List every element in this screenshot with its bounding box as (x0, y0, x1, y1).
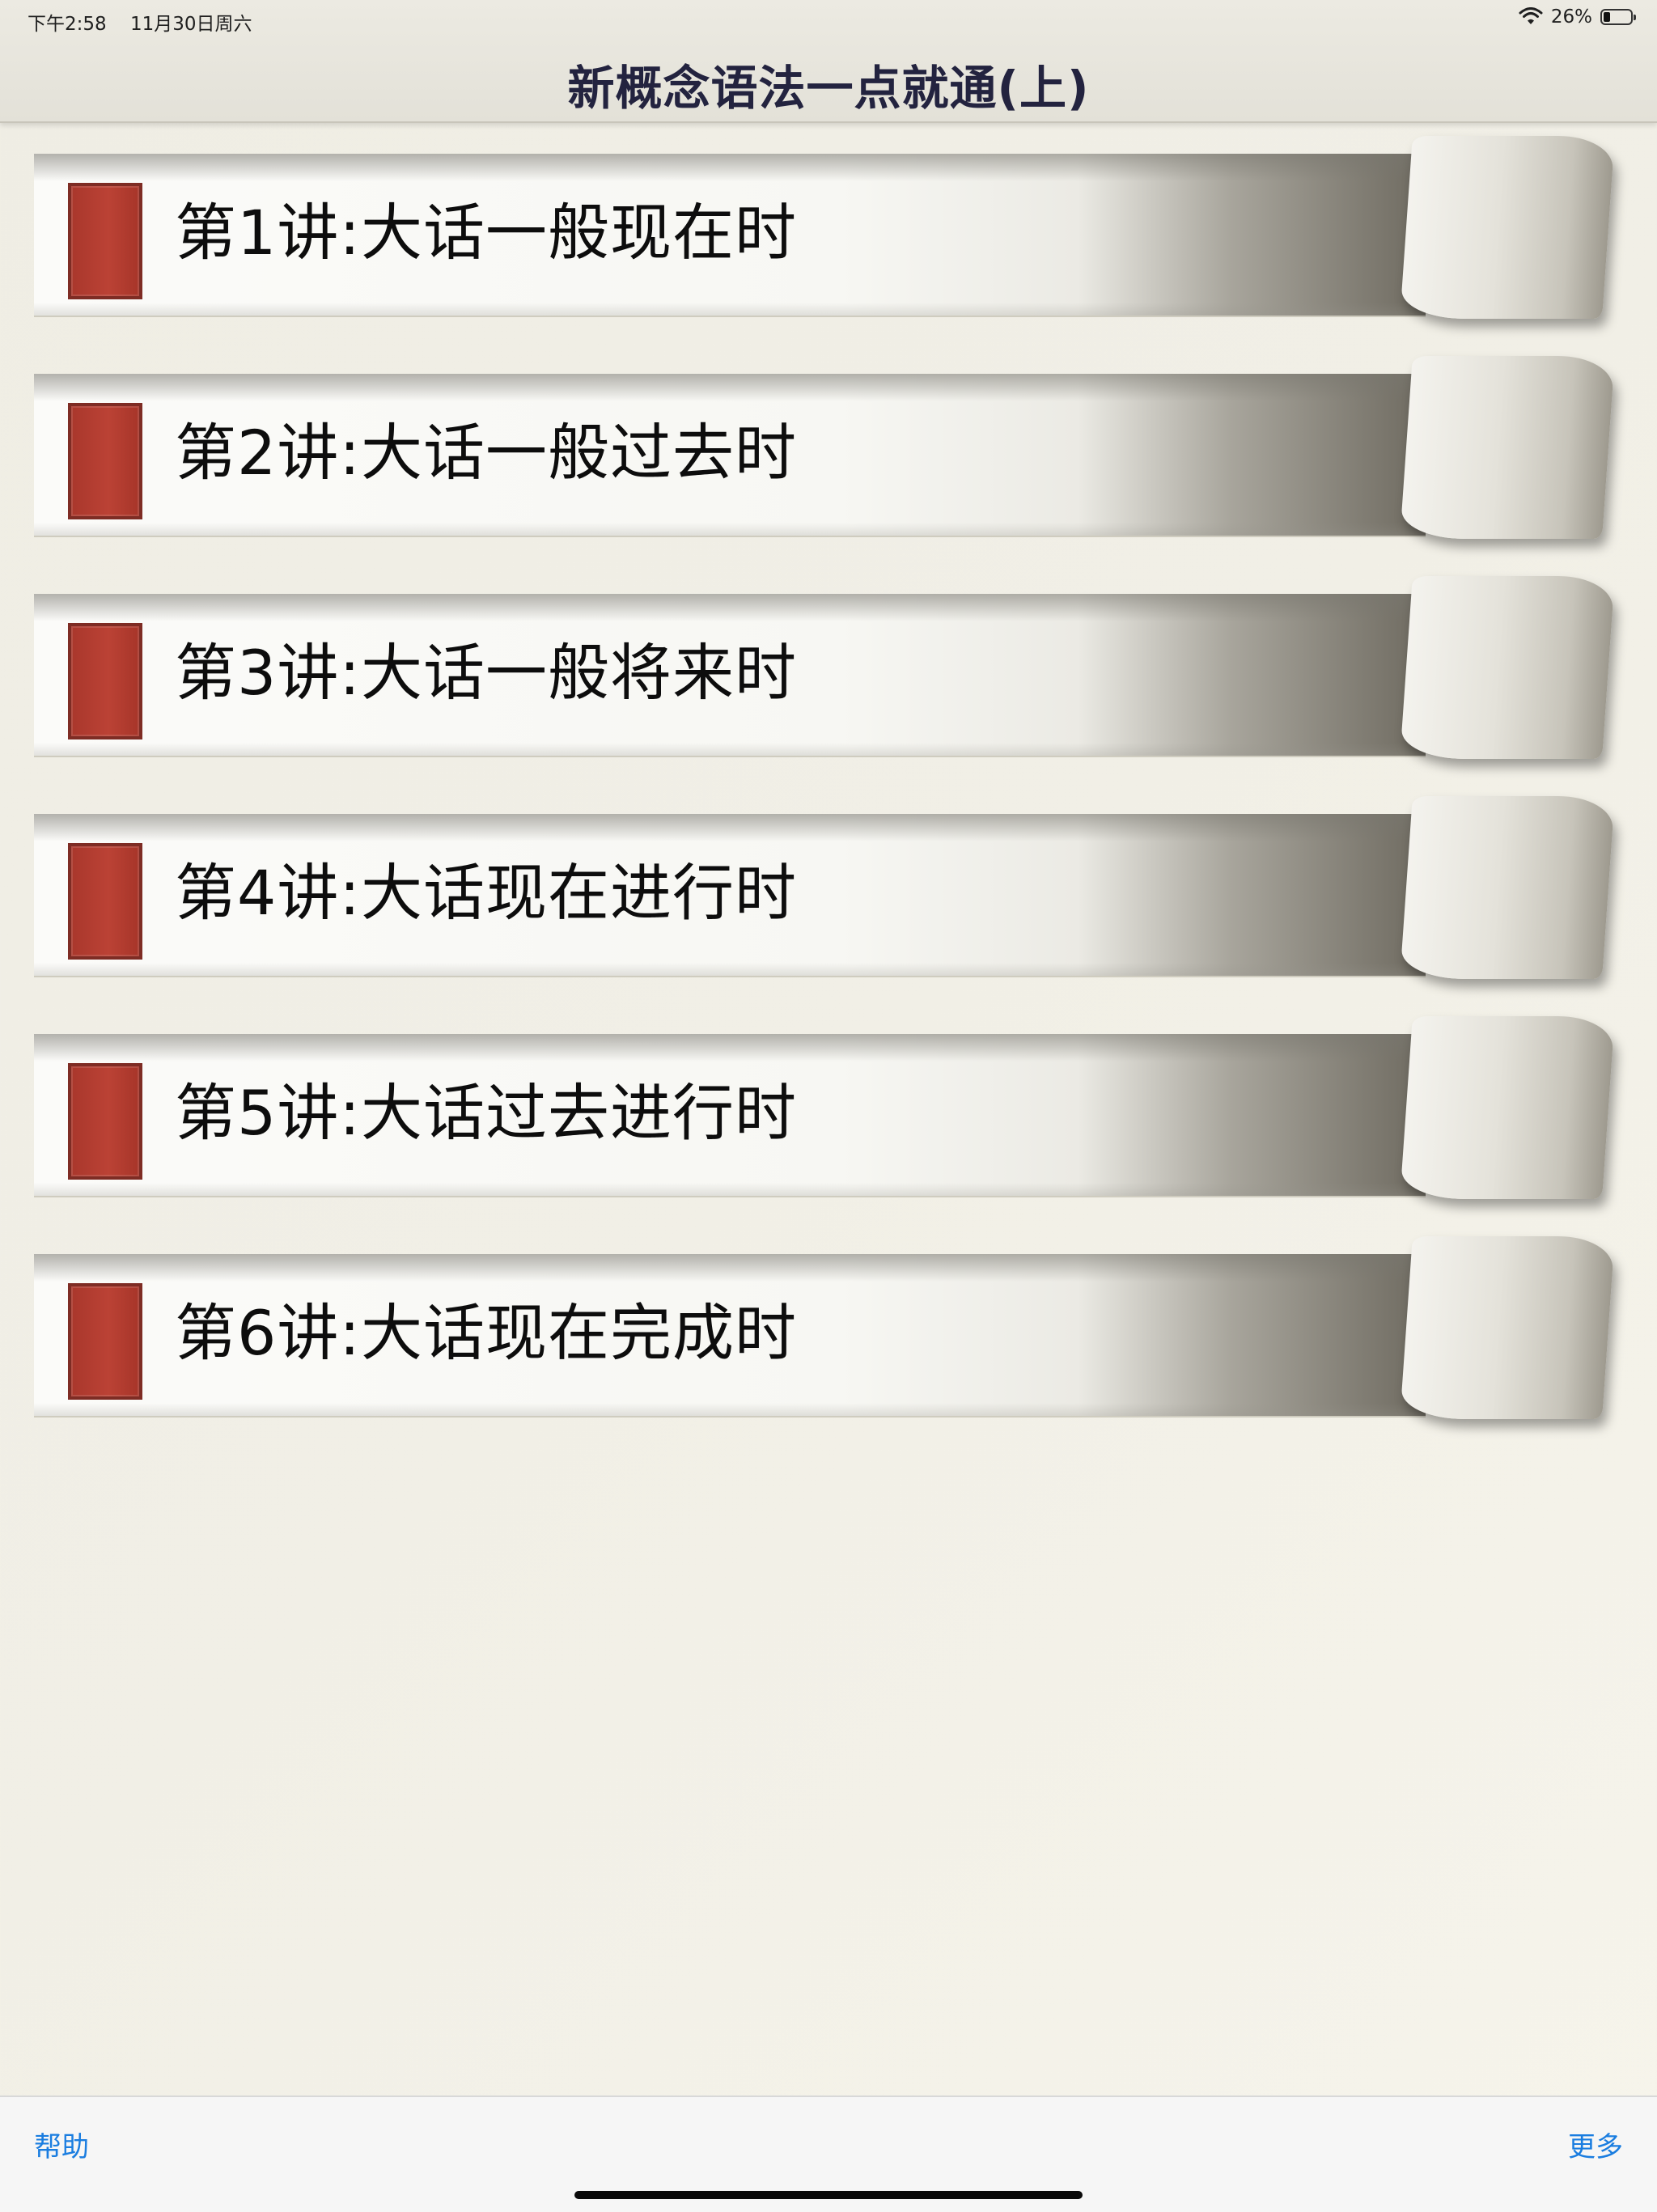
page-curl (1400, 356, 1615, 539)
page-curl (1400, 796, 1615, 979)
status-time: 下午2:58 (28, 14, 107, 35)
bookmark-tab (68, 843, 142, 960)
page-curl (1400, 576, 1615, 759)
lesson-label: 第3讲:大话一般将来时 (175, 637, 797, 709)
battery-icon (1600, 9, 1636, 25)
home-indicator[interactable] (574, 2191, 1083, 2199)
page-curl (1400, 136, 1615, 319)
status-date: 11月30日周六 (129, 14, 252, 35)
wifi-icon (1519, 7, 1543, 24)
lesson-item-4[interactable]: 第4讲:大话现在进行时 (34, 796, 1620, 982)
bookmark-tab (68, 403, 142, 519)
status-left: 下午2:58 11月30日周六 (28, 8, 252, 36)
lesson-item-6[interactable]: 第6讲:大话现在完成时 (34, 1236, 1620, 1422)
lesson-label: 第5讲:大话过去进行时 (175, 1077, 797, 1149)
lesson-label: 第2讲:大话一般过去时 (175, 417, 797, 489)
lesson-label: 第6讲:大话现在完成时 (175, 1297, 797, 1369)
lesson-label: 第4讲:大话现在进行时 (175, 857, 797, 929)
bookmark-tab (68, 623, 142, 739)
status-bar: 下午2:58 11月30日周六 26% (0, 0, 1657, 37)
lesson-item-5[interactable]: 第5讲:大话过去进行时 (34, 1016, 1620, 1202)
lesson-label: 第1讲:大话一般现在时 (175, 197, 797, 269)
page-title: 新概念语法一点就通(上) (567, 61, 1090, 116)
battery-level-fill (1604, 12, 1610, 22)
lesson-item-2[interactable]: 第2讲:大话一般过去时 (34, 356, 1620, 542)
lesson-item-3[interactable]: 第3讲:大话一般将来时 (34, 576, 1620, 762)
bottom-toolbar: 帮助 更多 (0, 2095, 1657, 2212)
page-curl (1400, 1016, 1615, 1199)
bookmark-tab (68, 1283, 142, 1400)
more-button[interactable]: 更多 (1568, 2125, 1623, 2164)
page-curl (1400, 1236, 1615, 1419)
bookmark-tab (68, 183, 142, 299)
bookmark-tab (68, 1063, 142, 1180)
lesson-item-1[interactable]: 第1讲:大话一般现在时 (34, 136, 1620, 322)
help-button[interactable]: 帮助 (34, 2125, 89, 2164)
status-right: 26% (1519, 6, 1636, 28)
battery-percent: 26% (1550, 6, 1592, 28)
